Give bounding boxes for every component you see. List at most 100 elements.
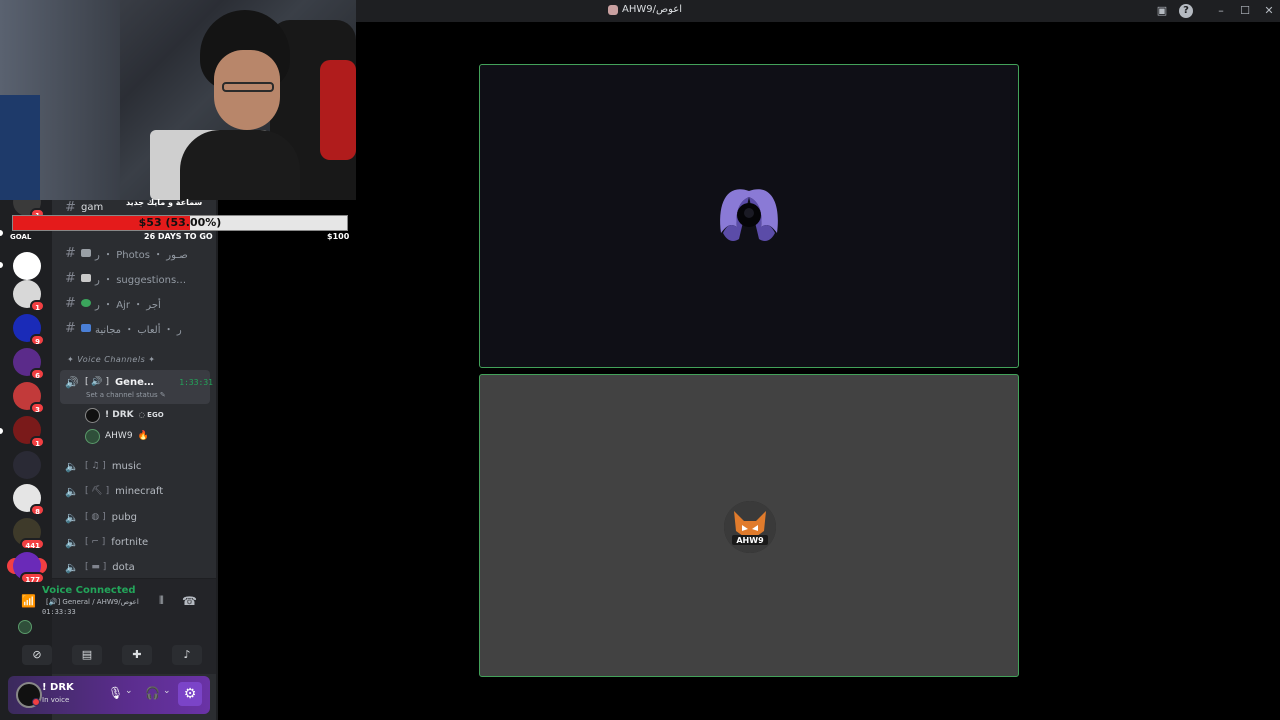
video-tile-drk[interactable] bbox=[479, 64, 1019, 368]
member-tag-text: EGO bbox=[147, 411, 164, 419]
voice-location[interactable]: [🔊] General / AHW9/اعوص bbox=[46, 598, 139, 606]
video-tile-ahw9[interactable]: AHW9 bbox=[479, 374, 1019, 677]
chevron-down-icon[interactable]: ⌄ bbox=[163, 686, 171, 696]
server-icon[interactable]: 6 bbox=[13, 348, 45, 380]
microphone-icon[interactable]: 🎙 bbox=[108, 686, 123, 700]
server-icon[interactable] bbox=[13, 252, 41, 280]
member-name: ! DRK bbox=[105, 410, 134, 420]
mailbox-icon bbox=[81, 274, 91, 282]
voice-channel-name: pubg bbox=[111, 511, 137, 523]
mention-badge: 3 bbox=[30, 402, 45, 414]
voice-channel-general[interactable]: 🔊 [ 🔊 ] Gene… 1:33:31 bbox=[65, 371, 213, 393]
server-icon[interactable]: 9 bbox=[13, 314, 45, 346]
donation-goal-bar: $53 (53.00%) bbox=[12, 215, 348, 231]
avatar bbox=[85, 407, 100, 423]
camera-off-icon[interactable]: ⊘ bbox=[22, 645, 52, 665]
member-name: AHW9 bbox=[105, 431, 133, 441]
server-icon[interactable]: 177 bbox=[13, 552, 45, 584]
bracket-speaker-icon: [🔊] bbox=[46, 598, 63, 606]
avatar-ahw9: AHW9 bbox=[724, 501, 776, 553]
leaf-icon bbox=[81, 299, 91, 307]
monitor bbox=[0, 95, 40, 200]
voice-status-label[interactable]: Voice Connected bbox=[42, 585, 136, 596]
user-status: In voice bbox=[42, 696, 70, 704]
divider bbox=[52, 578, 216, 579]
screen-share-icon[interactable]: ▣ bbox=[1155, 4, 1169, 18]
voice-channel-name: minecraft bbox=[115, 485, 164, 497]
voice-category-header[interactable]: ✦ Voice Channels ✦ bbox=[67, 355, 156, 364]
voice-channel-minecraft[interactable]: 🔈 [ ⛏ ] minecraft bbox=[65, 480, 213, 502]
mention-badge: 6 bbox=[30, 368, 45, 380]
mention-badge: 8 bbox=[30, 504, 45, 516]
hash-icon: # bbox=[65, 295, 76, 311]
mention-badge: 441 bbox=[20, 538, 45, 550]
speaker-icon: 🔈 bbox=[65, 484, 79, 498]
server-icon[interactable] bbox=[13, 451, 41, 479]
voice-channel-music[interactable]: 🔈 [ ♫ ] music bbox=[65, 455, 213, 477]
channel-ajr[interactable]: # ر ・ Ajr ・ أجر bbox=[65, 293, 213, 313]
music-note-icon: [ ♫ ] bbox=[85, 461, 106, 471]
pickaxe-icon: [ ⛏ ] bbox=[85, 486, 110, 496]
voice-elapsed: 01:33:33 bbox=[42, 608, 76, 616]
noise-suppression-icon[interactable]: ⦀ bbox=[159, 594, 164, 608]
speaker-icon: 🔈 bbox=[65, 535, 79, 549]
channel-status-hint[interactable]: Set a channel status ✎ bbox=[86, 391, 166, 399]
status-hint-text: Set a channel status bbox=[86, 391, 158, 399]
minimize-button[interactable]: – bbox=[1214, 4, 1228, 18]
voice-channel-fortnite[interactable]: 🔈 [ ⌐ ] fortnite bbox=[65, 531, 213, 553]
chair-red-trim bbox=[320, 60, 356, 160]
headphones-icon[interactable]: 🎧 bbox=[145, 686, 160, 700]
channel-name: ر ・ suggestions… bbox=[95, 274, 187, 286]
goal-label: GOAL bbox=[10, 233, 32, 241]
help-icon[interactable]: ? bbox=[1179, 4, 1193, 18]
server-icon[interactable]: 8 bbox=[13, 484, 45, 516]
server-icon[interactable]: 1 bbox=[13, 416, 45, 448]
server-icon[interactable]: 441 bbox=[13, 518, 45, 550]
fox-mascot-icon: AHW9 bbox=[724, 501, 776, 553]
speaker-icon: 🔈 bbox=[65, 560, 79, 574]
screen-share-icon[interactable]: ▤ bbox=[72, 645, 102, 665]
channel-photos[interactable]: # ر ・ Photos ・ صـور bbox=[65, 243, 213, 263]
gun-icon: [ ⌐ ] bbox=[85, 537, 106, 547]
voice-channel-dota[interactable]: 🔈 [ ▬ ] dota bbox=[65, 556, 213, 578]
voice-channel-name: music bbox=[111, 460, 142, 472]
svg-text:AHW9: AHW9 bbox=[736, 536, 764, 545]
speaker-icon: 🔈 bbox=[65, 510, 79, 524]
channel-name: ر ・ ألعاب ・ مجانية bbox=[95, 324, 182, 336]
server-icon[interactable]: 1 bbox=[13, 280, 45, 312]
window-title-text: AHW9/اعوص bbox=[622, 4, 682, 15]
activity-avatar[interactable] bbox=[18, 620, 32, 634]
voice-channel-pubg[interactable]: 🔈 [ ◍ ] pubg bbox=[65, 506, 213, 528]
chevron-down-icon[interactable]: ⌄ bbox=[125, 686, 133, 696]
connection-signal-icon[interactable]: 📶 bbox=[21, 594, 36, 608]
hash-icon: # bbox=[65, 200, 76, 215]
goal-target: $100 bbox=[327, 232, 350, 241]
channel-free-games[interactable]: # ر ・ ألعاب ・ مجانية bbox=[65, 318, 213, 338]
maximize-button[interactable]: ☐ bbox=[1238, 4, 1252, 18]
voice-member-drk[interactable]: ! DRK ◌ EGO bbox=[85, 406, 164, 424]
goal-days-left: 26 DAYS TO GO bbox=[144, 232, 213, 241]
voice-member-ahw9[interactable]: AHW9 🔥 bbox=[85, 427, 149, 445]
status-dot bbox=[32, 698, 40, 706]
voice-actions-row: ⊘ ▤ ✚ ♪ bbox=[12, 644, 212, 666]
winged-avatar-icon bbox=[720, 189, 778, 241]
fire-emoji-icon: 🔥 bbox=[137, 431, 149, 441]
camera-icon bbox=[81, 249, 91, 257]
mention-badge: 9 bbox=[30, 334, 45, 346]
speaker-icon: 🔊 bbox=[65, 375, 79, 389]
helmet-icon: [ ◍ ] bbox=[85, 512, 106, 522]
user-name[interactable]: ! DRK bbox=[42, 682, 74, 693]
soundboard-icon[interactable]: ♪ bbox=[172, 645, 202, 665]
server-icon[interactable]: 3 bbox=[13, 382, 45, 414]
avatar bbox=[85, 428, 100, 444]
webcam-overlay bbox=[0, 0, 356, 200]
channel-suggestions[interactable]: # ر ・ suggestions… bbox=[65, 268, 213, 288]
channel-name: gam bbox=[81, 201, 104, 213]
gear-icon[interactable]: ⚙ bbox=[178, 682, 202, 706]
server-icon bbox=[608, 4, 618, 15]
mention-badge: 1 bbox=[30, 300, 45, 312]
close-button[interactable]: ✕ bbox=[1262, 4, 1276, 18]
disconnect-icon[interactable]: ☎ bbox=[182, 594, 197, 608]
activities-icon[interactable]: ✚ bbox=[122, 645, 152, 665]
voice-timer: 1:33:31 bbox=[179, 377, 213, 387]
